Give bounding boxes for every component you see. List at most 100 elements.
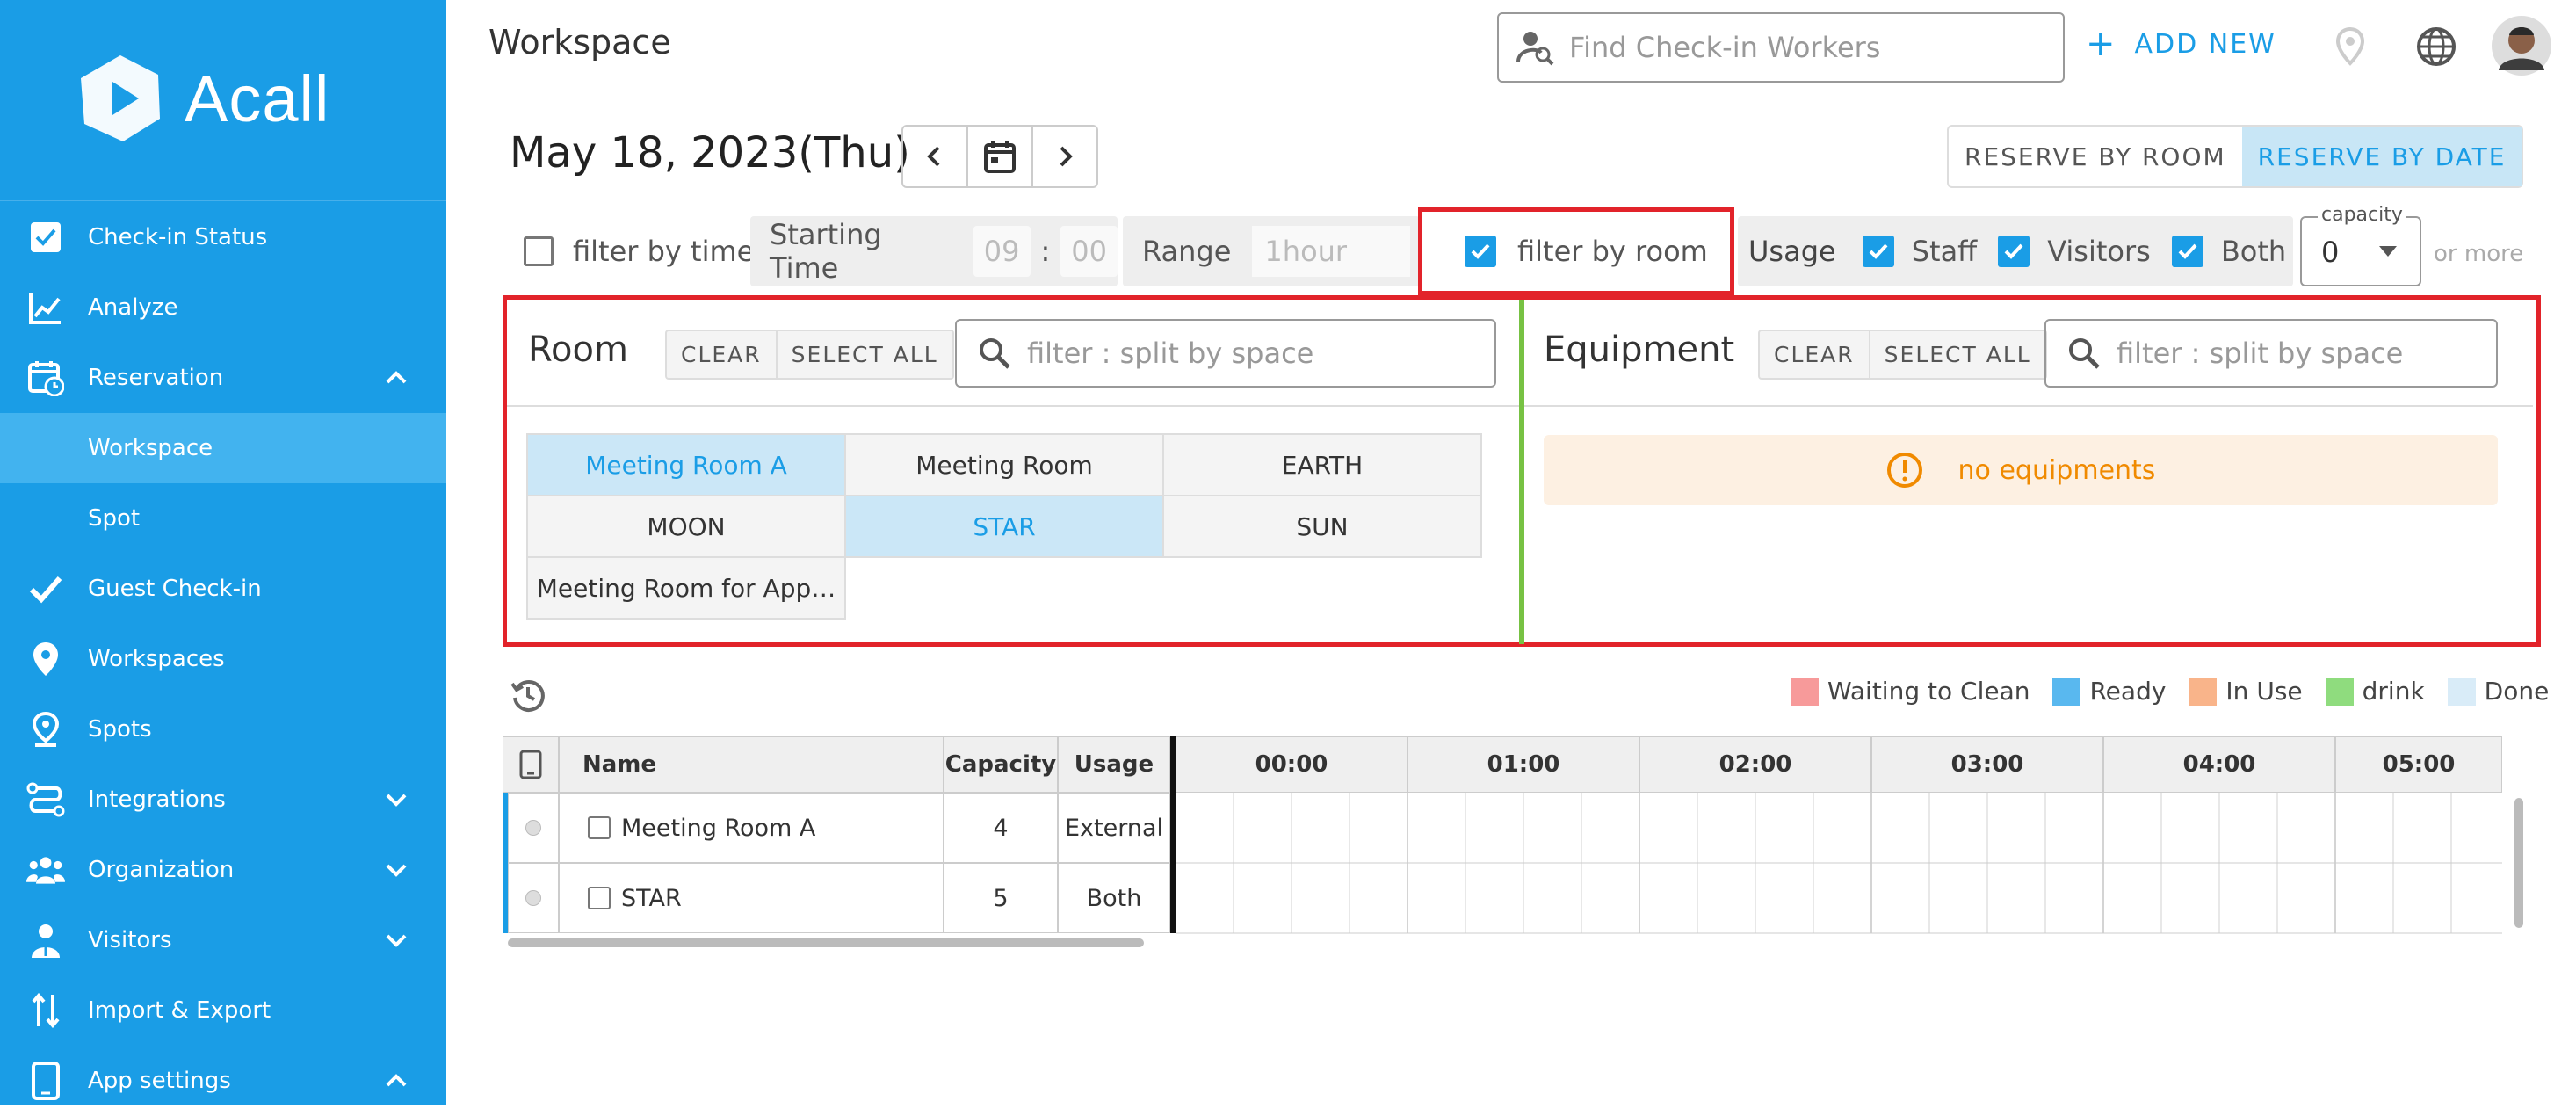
range-select[interactable]: 1hour xyxy=(1252,226,1411,277)
filter-by-room-label: filter by room xyxy=(1517,235,1708,268)
page-title: Workspace xyxy=(488,23,671,62)
row-capacity: 5 xyxy=(944,863,1058,933)
start-hour-input[interactable]: 09 xyxy=(973,226,1031,277)
chevron-up-icon[interactable] xyxy=(383,1068,409,1094)
capacity-value: 0 xyxy=(2321,236,2340,269)
room-chip-meeting-room-a[interactable]: Meeting Room A xyxy=(526,433,846,496)
add-new-button[interactable]: + ADD NEW xyxy=(2086,26,2276,62)
sidebar-item-label: Guest Check-in xyxy=(88,576,262,602)
legend-ready: Ready xyxy=(2089,677,2167,706)
sidebar-item-analyze[interactable]: Analyze xyxy=(0,272,446,343)
visitors-checkbox[interactable] xyxy=(1998,236,2030,267)
sidebar-item-visitors[interactable]: Visitors xyxy=(0,905,446,975)
next-day-button[interactable] xyxy=(1033,127,1096,186)
room-chip-star[interactable]: STAR xyxy=(844,495,1164,558)
sidebar-item-check-in-status[interactable]: Check-in Status xyxy=(0,202,446,272)
room-filter-input[interactable]: filter : split by space xyxy=(955,319,1496,388)
legend-swatch-in-use xyxy=(2189,677,2218,706)
filter-by-room-checkbox[interactable] xyxy=(1465,236,1496,267)
sidebar-item-label: Analyze xyxy=(88,294,178,321)
table-row-name[interactable]: STAR xyxy=(559,863,944,933)
sidebar-item-spot[interactable]: Spot xyxy=(0,483,446,554)
sidebar-item-import-export[interactable]: Import & Export xyxy=(0,975,446,1046)
chevron-up-icon[interactable] xyxy=(383,365,409,391)
acall-logo[interactable]: Acall xyxy=(72,46,329,151)
room-select-all-button[interactable]: SELECT ALL xyxy=(778,331,952,378)
both-checkbox[interactable] xyxy=(2171,236,2203,267)
filter-by-time-label: filter by time xyxy=(573,235,755,268)
refresh-history-icon[interactable] xyxy=(510,677,546,714)
check-icon xyxy=(2004,243,2023,259)
sidebar-item-label: Integrations xyxy=(88,786,226,813)
equipment-filter-input[interactable]: filter : split by space xyxy=(2044,319,2498,388)
usage-column-header[interactable]: Usage xyxy=(1058,736,1170,793)
sidebar-divider xyxy=(0,200,446,201)
time-slot-grid[interactable] xyxy=(1176,793,2502,934)
room-chip-meeting-room-for-app[interactable]: Meeting Room for App… xyxy=(526,556,846,620)
both-label: Both xyxy=(2220,235,2287,268)
horizontal-scrollbar[interactable] xyxy=(508,938,1144,947)
chevron-down-icon[interactable] xyxy=(383,786,409,813)
sidebar-item-integrations[interactable]: Integrations xyxy=(0,765,446,835)
sidebar-item-app-settings[interactable]: App settings xyxy=(0,1046,446,1116)
sidebar-item-organization[interactable]: Organization xyxy=(0,835,446,905)
prev-day-button[interactable] xyxy=(903,127,968,186)
capacity-select[interactable]: capacity 0 xyxy=(2300,204,2421,286)
sidebar-item-label: Organization xyxy=(88,857,235,883)
equipment-clear-button[interactable]: CLEAR xyxy=(1760,331,1870,378)
filter-by-time[interactable]: filter by time xyxy=(524,216,754,286)
chevron-right-icon xyxy=(1060,146,1073,167)
avatar[interactable] xyxy=(2492,16,2551,76)
search-icon xyxy=(2069,338,2100,369)
search-placeholder: Find Check-in Workers xyxy=(1569,31,1881,64)
name-column-header[interactable]: Name xyxy=(559,736,944,793)
staff-label: Staff xyxy=(1911,235,1978,268)
row-radio[interactable] xyxy=(508,863,559,933)
filter-by-time-checkbox[interactable] xyxy=(524,236,554,266)
chevron-down-icon[interactable] xyxy=(383,927,409,953)
time-header-02: 02:00 xyxy=(1639,736,1871,793)
sidebar-item-workspace[interactable]: Workspace xyxy=(0,413,446,483)
row-name-text: Meeting Room A xyxy=(621,814,816,842)
start-minute-input[interactable]: 00 xyxy=(1060,226,1118,277)
acall-logo-icon xyxy=(81,55,160,141)
room-chip-moon[interactable]: MOON xyxy=(526,495,846,558)
check-icon xyxy=(26,569,65,608)
sidebar-item-label: Check-in Status xyxy=(88,224,268,250)
row-name-text: STAR xyxy=(621,884,682,912)
room-clear-button[interactable]: CLEAR xyxy=(667,331,778,378)
chevron-down-icon[interactable] xyxy=(383,857,409,883)
chevron-left-icon xyxy=(927,146,940,167)
sidebar-item-guest-check-in[interactable]: Guest Check-in xyxy=(0,554,446,624)
room-chip-earth[interactable]: EARTH xyxy=(1162,433,1482,496)
search-person-icon xyxy=(1516,32,1554,66)
device-column-header xyxy=(503,736,559,793)
legend-swatch-waiting xyxy=(1791,677,1819,706)
equipment-select-all-button[interactable]: SELECT ALL xyxy=(1870,331,2045,378)
reserve-mode-toggle: RESERVE BY ROOM RESERVE BY DATE xyxy=(1947,125,2524,188)
room-chip-meeting-room[interactable]: Meeting Room xyxy=(844,433,1164,496)
caret-down-icon xyxy=(2379,246,2397,257)
no-equipments-text: no equipments xyxy=(1957,454,2156,486)
reserve-by-date-button[interactable]: RESERVE BY DATE xyxy=(2241,127,2522,186)
sidebar-item-spots[interactable]: Spots xyxy=(0,694,446,765)
location-pin-icon[interactable] xyxy=(2328,25,2372,69)
globe-icon[interactable] xyxy=(2414,25,2458,69)
reserve-by-room-button[interactable]: RESERVE BY ROOM xyxy=(1949,127,2242,186)
legend-waiting: Waiting to Clean xyxy=(1827,677,2030,706)
row-checkbox[interactable] xyxy=(588,887,611,909)
row-radio[interactable] xyxy=(508,793,559,863)
staff-checkbox[interactable] xyxy=(1862,236,1894,267)
sidebar-item-reservation[interactable]: Reservation xyxy=(0,343,446,413)
room-filter-placeholder: filter : split by space xyxy=(1027,337,1314,370)
search-input[interactable]: Find Check-in Workers xyxy=(1497,12,2065,83)
vertical-scrollbar[interactable] xyxy=(2514,798,2523,928)
capacity-column-header[interactable]: Capacity xyxy=(944,736,1058,793)
table-row-name[interactable]: Meeting Room A xyxy=(559,793,944,863)
row-usage: Both xyxy=(1058,863,1170,933)
row-checkbox[interactable] xyxy=(588,816,611,839)
sidebar-item-workspaces[interactable]: Workspaces xyxy=(0,624,446,694)
calendar-button[interactable] xyxy=(968,127,1033,186)
room-chip-sun[interactable]: SUN xyxy=(1162,495,1482,558)
filter-by-room[interactable]: filter by room xyxy=(1418,207,1734,295)
